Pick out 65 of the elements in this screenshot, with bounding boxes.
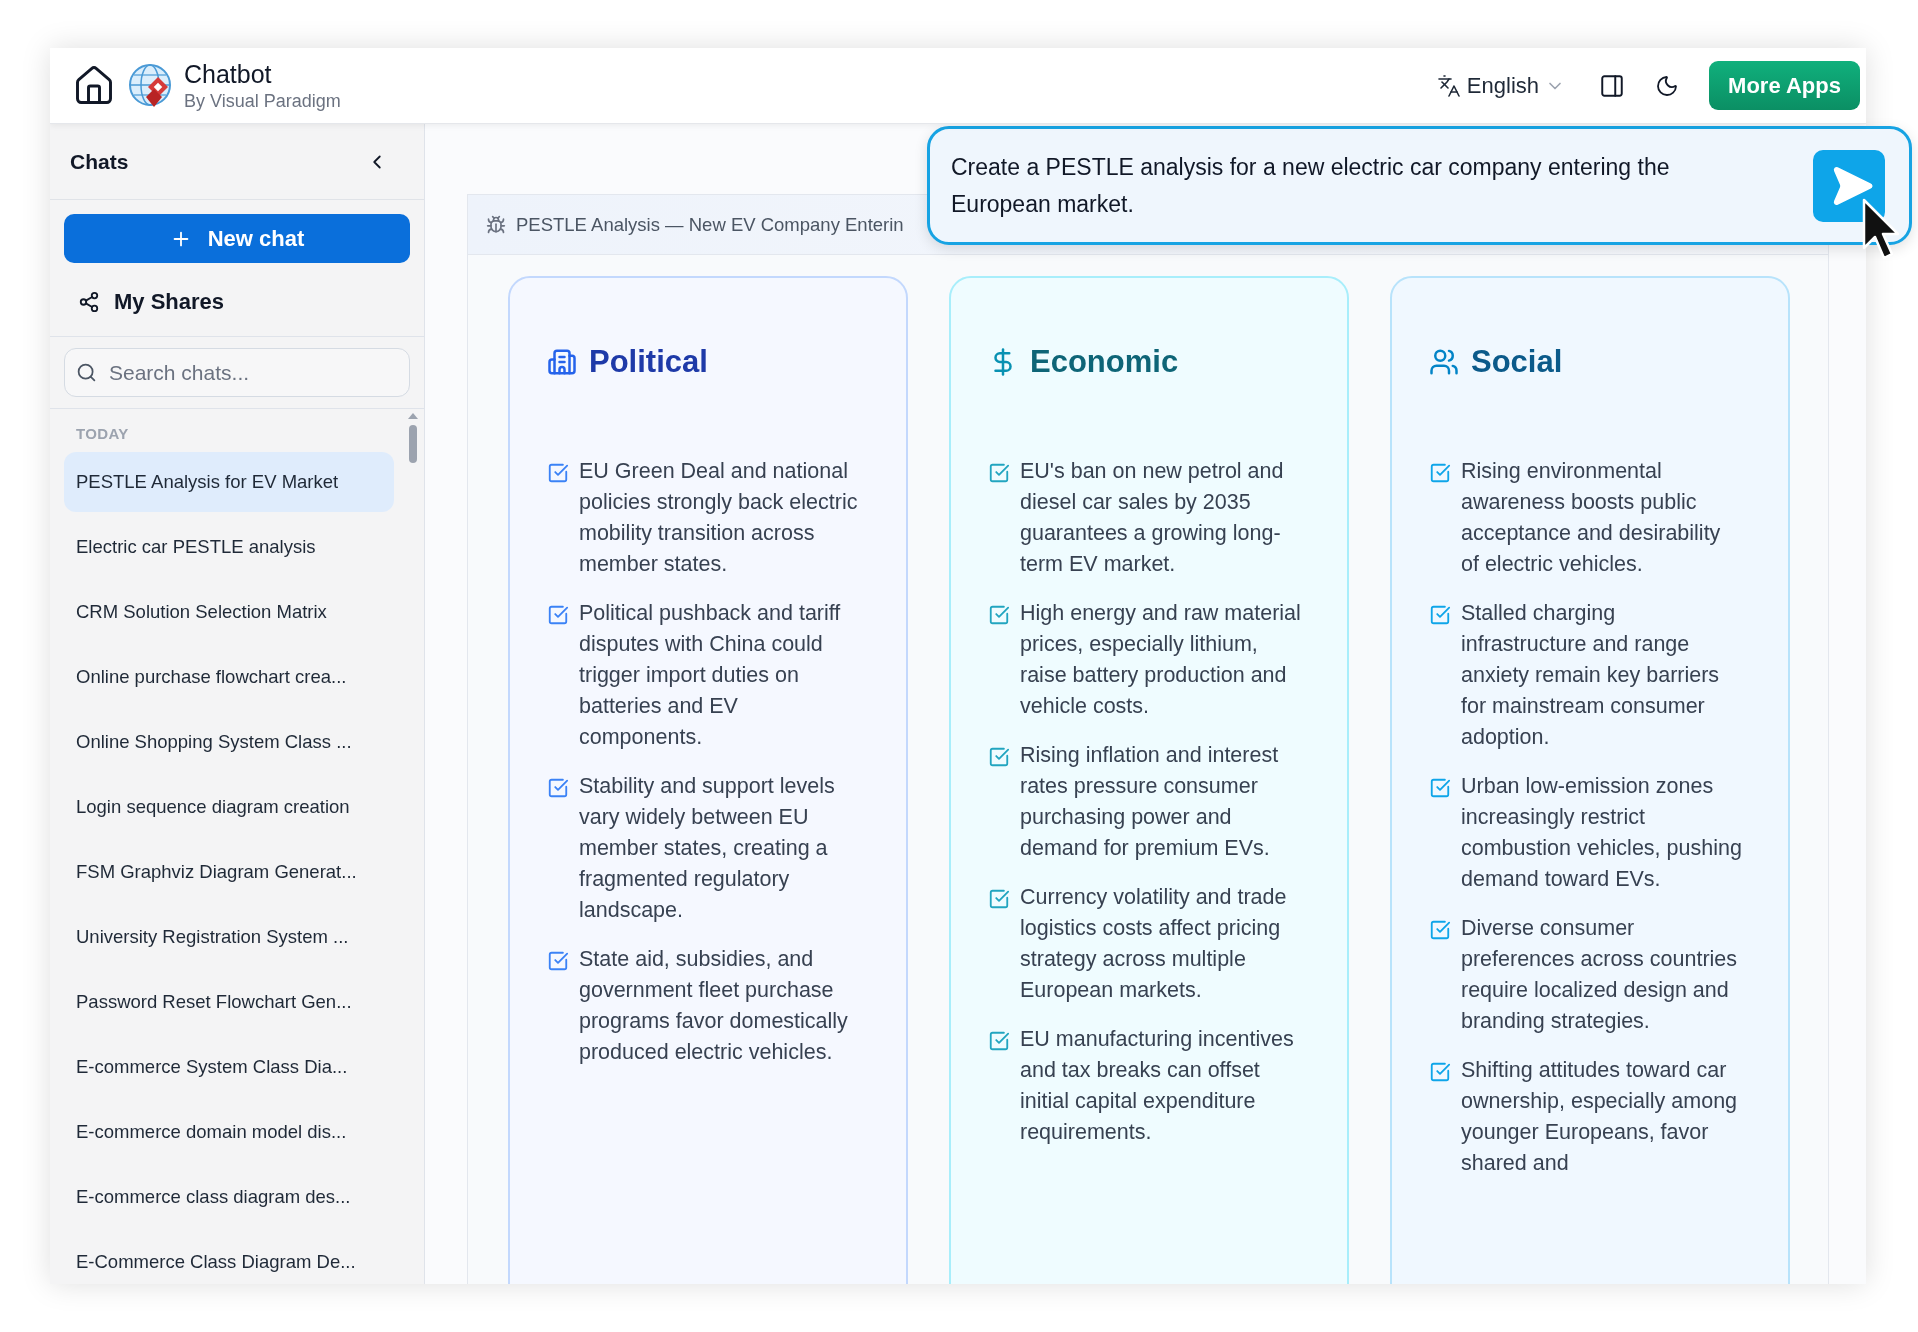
send-button[interactable] bbox=[1813, 149, 1885, 222]
bullet-text: Diverse consumer preferences across countries require localized design and branding strategies. bbox=[1461, 915, 1739, 1035]
bullet-text: Rising inflation and interest rates pressure consumer purchasing power and demand for premium EVs. bbox=[1020, 742, 1280, 862]
chat-item[interactable]: Electric car PESTLE analysis bbox=[64, 516, 394, 577]
check-square-icon bbox=[1429, 604, 1451, 626]
chat-item[interactable]: E-Commerce Class Diagram De... bbox=[64, 1231, 394, 1284]
prompt-text: Create a PESTLE analysis for a new electric car company entering the European market. bbox=[951, 152, 1671, 219]
card-title: Political bbox=[589, 342, 708, 381]
translate-icon bbox=[1436, 73, 1461, 98]
check-square-icon bbox=[988, 604, 1010, 626]
check-square-icon bbox=[988, 888, 1010, 910]
bug-icon bbox=[486, 214, 506, 235]
app-subtitle: By Visual Paradigm bbox=[184, 89, 341, 113]
check-square-icon bbox=[1429, 919, 1451, 941]
chat-item[interactable]: PESTLE Analysis for EV Market bbox=[64, 451, 394, 512]
chat-item[interactable]: Online Shopping System Class ... bbox=[64, 711, 394, 772]
bullet-text: Shifting attitudes toward car ownership, especially among younger Europeans, favor shared and bbox=[1461, 1057, 1739, 1177]
section-label: TODAY bbox=[75, 424, 130, 444]
bullet-text: EU Green Deal and national policies strongly back electric mobility transition across member states. bbox=[579, 458, 859, 578]
bullet-text: Political pushback and tariff disputes with China could trigger import duties on batteries and EV components. bbox=[579, 600, 842, 751]
chat-item[interactable]: CRM Solution Selection Matrix bbox=[64, 581, 394, 642]
check-square-icon bbox=[547, 777, 569, 799]
check-square-icon bbox=[1429, 462, 1451, 484]
panel-icon[interactable] bbox=[1599, 72, 1625, 99]
new-chat-button[interactable]: New chat bbox=[64, 214, 410, 263]
sidebar-title: Chats bbox=[70, 148, 129, 175]
search-field[interactable]: Search chats... bbox=[64, 348, 410, 397]
language-select[interactable]: English bbox=[1436, 69, 1565, 102]
bullet-text: Rising environmental awareness boosts public acceptance and desirability of electric vehicles. bbox=[1461, 458, 1722, 578]
check-square-icon bbox=[547, 950, 569, 972]
check-square-icon bbox=[1429, 1061, 1451, 1083]
bullet-text: EU's ban on new petrol and diesel car sales by 2035 guarantees a growing long-term EV market. bbox=[1020, 458, 1285, 578]
moon-icon[interactable] bbox=[1655, 73, 1679, 98]
people-icon bbox=[1429, 347, 1459, 377]
app-title: Chatbot bbox=[184, 58, 273, 90]
check-square-icon bbox=[988, 746, 1010, 768]
scrollbar[interactable] bbox=[408, 413, 418, 463]
panel-title: PESTLE Analysis — New EV Company Enterin bbox=[516, 212, 904, 237]
chat-item[interactable]: FSM Graphviz Diagram Generat... bbox=[64, 841, 394, 902]
bullet-text: Urban low-emission zones increasingly restrict combustion vehicles, pushing demand toward EVs. bbox=[1461, 773, 1742, 893]
check-square-icon bbox=[988, 462, 1010, 484]
bullet-text: Stalled charging infrastructure and range anxiety remain key barriers for mainstream consumer adoption. bbox=[1461, 600, 1721, 751]
card-title: Social bbox=[1471, 342, 1563, 381]
check-square-icon bbox=[547, 604, 569, 626]
chat-item[interactable]: E-commerce class diagram des... bbox=[64, 1166, 394, 1227]
chat-item[interactable]: Login sequence diagram creation bbox=[64, 776, 394, 837]
chat-item[interactable]: University Registration System ... bbox=[64, 906, 394, 967]
search-icon bbox=[76, 362, 97, 383]
card-title: Economic bbox=[1030, 342, 1179, 381]
logo-icon bbox=[128, 62, 174, 109]
chat-item[interactable]: E-commerce System Class Dia... bbox=[64, 1036, 394, 1097]
my-shares-link[interactable]: My Shares bbox=[78, 285, 225, 318]
chat-item[interactable]: E-commerce domain model dis... bbox=[64, 1101, 394, 1162]
share-icon bbox=[78, 290, 100, 313]
chat-item[interactable]: Password Reset Flowchart Gen... bbox=[64, 971, 394, 1032]
check-square-icon bbox=[547, 462, 569, 484]
check-square-icon bbox=[1429, 777, 1451, 799]
check-square-icon bbox=[988, 1030, 1010, 1052]
bullet-text: State aid, subsidies, and government fleet purchase programs favor domestically produced electric vehicles. bbox=[579, 946, 849, 1066]
bullet-text: EU manufacturing incentives and tax breaks can offset initial capital expenditure requirements. bbox=[1020, 1026, 1295, 1146]
chat-item[interactable]: Online purchase flowchart crea... bbox=[64, 646, 394, 707]
bullet-text: High energy and raw material prices, especially lithium, raise battery production and vehicle costs. bbox=[1020, 600, 1301, 720]
building-icon bbox=[547, 347, 577, 377]
bullet-text: Stability and support levels vary widely between EU member states, creating a fragmented regulatory landscape. bbox=[579, 773, 836, 924]
bullet-text: Currency volatility and trade logistics costs affect pricing strategy across multiple European markets. bbox=[1020, 884, 1288, 1004]
